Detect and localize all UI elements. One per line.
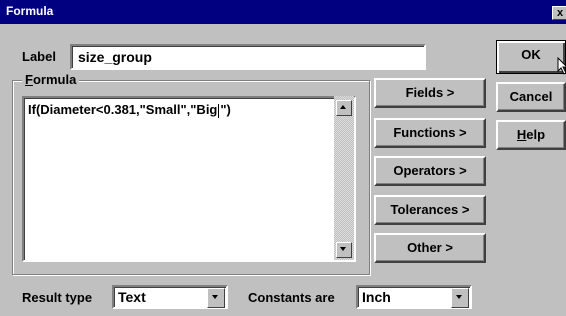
title-bar[interactable] bbox=[0, 0, 566, 24]
cancel-button[interactable]: Cancel bbox=[496, 82, 566, 112]
dropdown-arrow-icon bbox=[456, 295, 462, 299]
label-caption: Label bbox=[22, 49, 56, 64]
help-label-rest: elp bbox=[526, 127, 546, 142]
functions-button[interactable]: Functions > bbox=[374, 118, 486, 148]
other-button[interactable]: Other > bbox=[374, 233, 486, 263]
formula-textarea[interactable]: If(Diameter<0.381,"Small","Big ") bbox=[22, 96, 356, 262]
tolerances-button[interactable]: Tolerances > bbox=[374, 195, 486, 225]
operators-button[interactable]: Operators > bbox=[374, 156, 486, 186]
constants-dropdown-button[interactable] bbox=[451, 288, 469, 308]
formula-text-before-caret: If(Diameter<0.381,"Small","Big bbox=[28, 102, 218, 117]
formula-mnemonic: F bbox=[25, 72, 33, 87]
formula-scrollbar[interactable] bbox=[334, 96, 354, 260]
result-type-select[interactable]: Text bbox=[112, 285, 228, 309]
label-input[interactable]: size_group bbox=[70, 44, 426, 70]
formula-text: If(Diameter<0.381,"Small","Big ") bbox=[28, 102, 231, 118]
fields-button[interactable]: Fields > bbox=[374, 78, 486, 108]
close-icon: x bbox=[556, 7, 564, 19]
formula-group-legend: Formula bbox=[22, 72, 80, 87]
constants-value: Inch bbox=[362, 289, 391, 305]
scroll-up-icon bbox=[340, 105, 346, 109]
result-type-caption: Result type bbox=[22, 290, 93, 305]
window-title: Formula bbox=[6, 4, 54, 18]
help-mnemonic: H bbox=[516, 127, 527, 142]
dropdown-arrow-icon bbox=[212, 295, 218, 299]
scroll-down-button[interactable] bbox=[336, 242, 352, 258]
scroll-down-icon bbox=[340, 247, 346, 251]
constants-caption: Constants are bbox=[248, 290, 335, 305]
ok-button[interactable]: OK bbox=[496, 40, 566, 74]
result-type-value: Text bbox=[118, 289, 146, 305]
mouse-pointer-icon bbox=[557, 57, 566, 75]
close-button[interactable]: x bbox=[552, 6, 566, 20]
result-type-dropdown-button[interactable] bbox=[207, 288, 225, 308]
formula-legend-rest: ormula bbox=[32, 72, 77, 87]
formula-text-after-caret: ") bbox=[220, 102, 231, 117]
help-button[interactable]: Help bbox=[496, 120, 566, 150]
constants-select[interactable]: Inch bbox=[356, 285, 472, 309]
scroll-up-button[interactable] bbox=[336, 100, 352, 116]
